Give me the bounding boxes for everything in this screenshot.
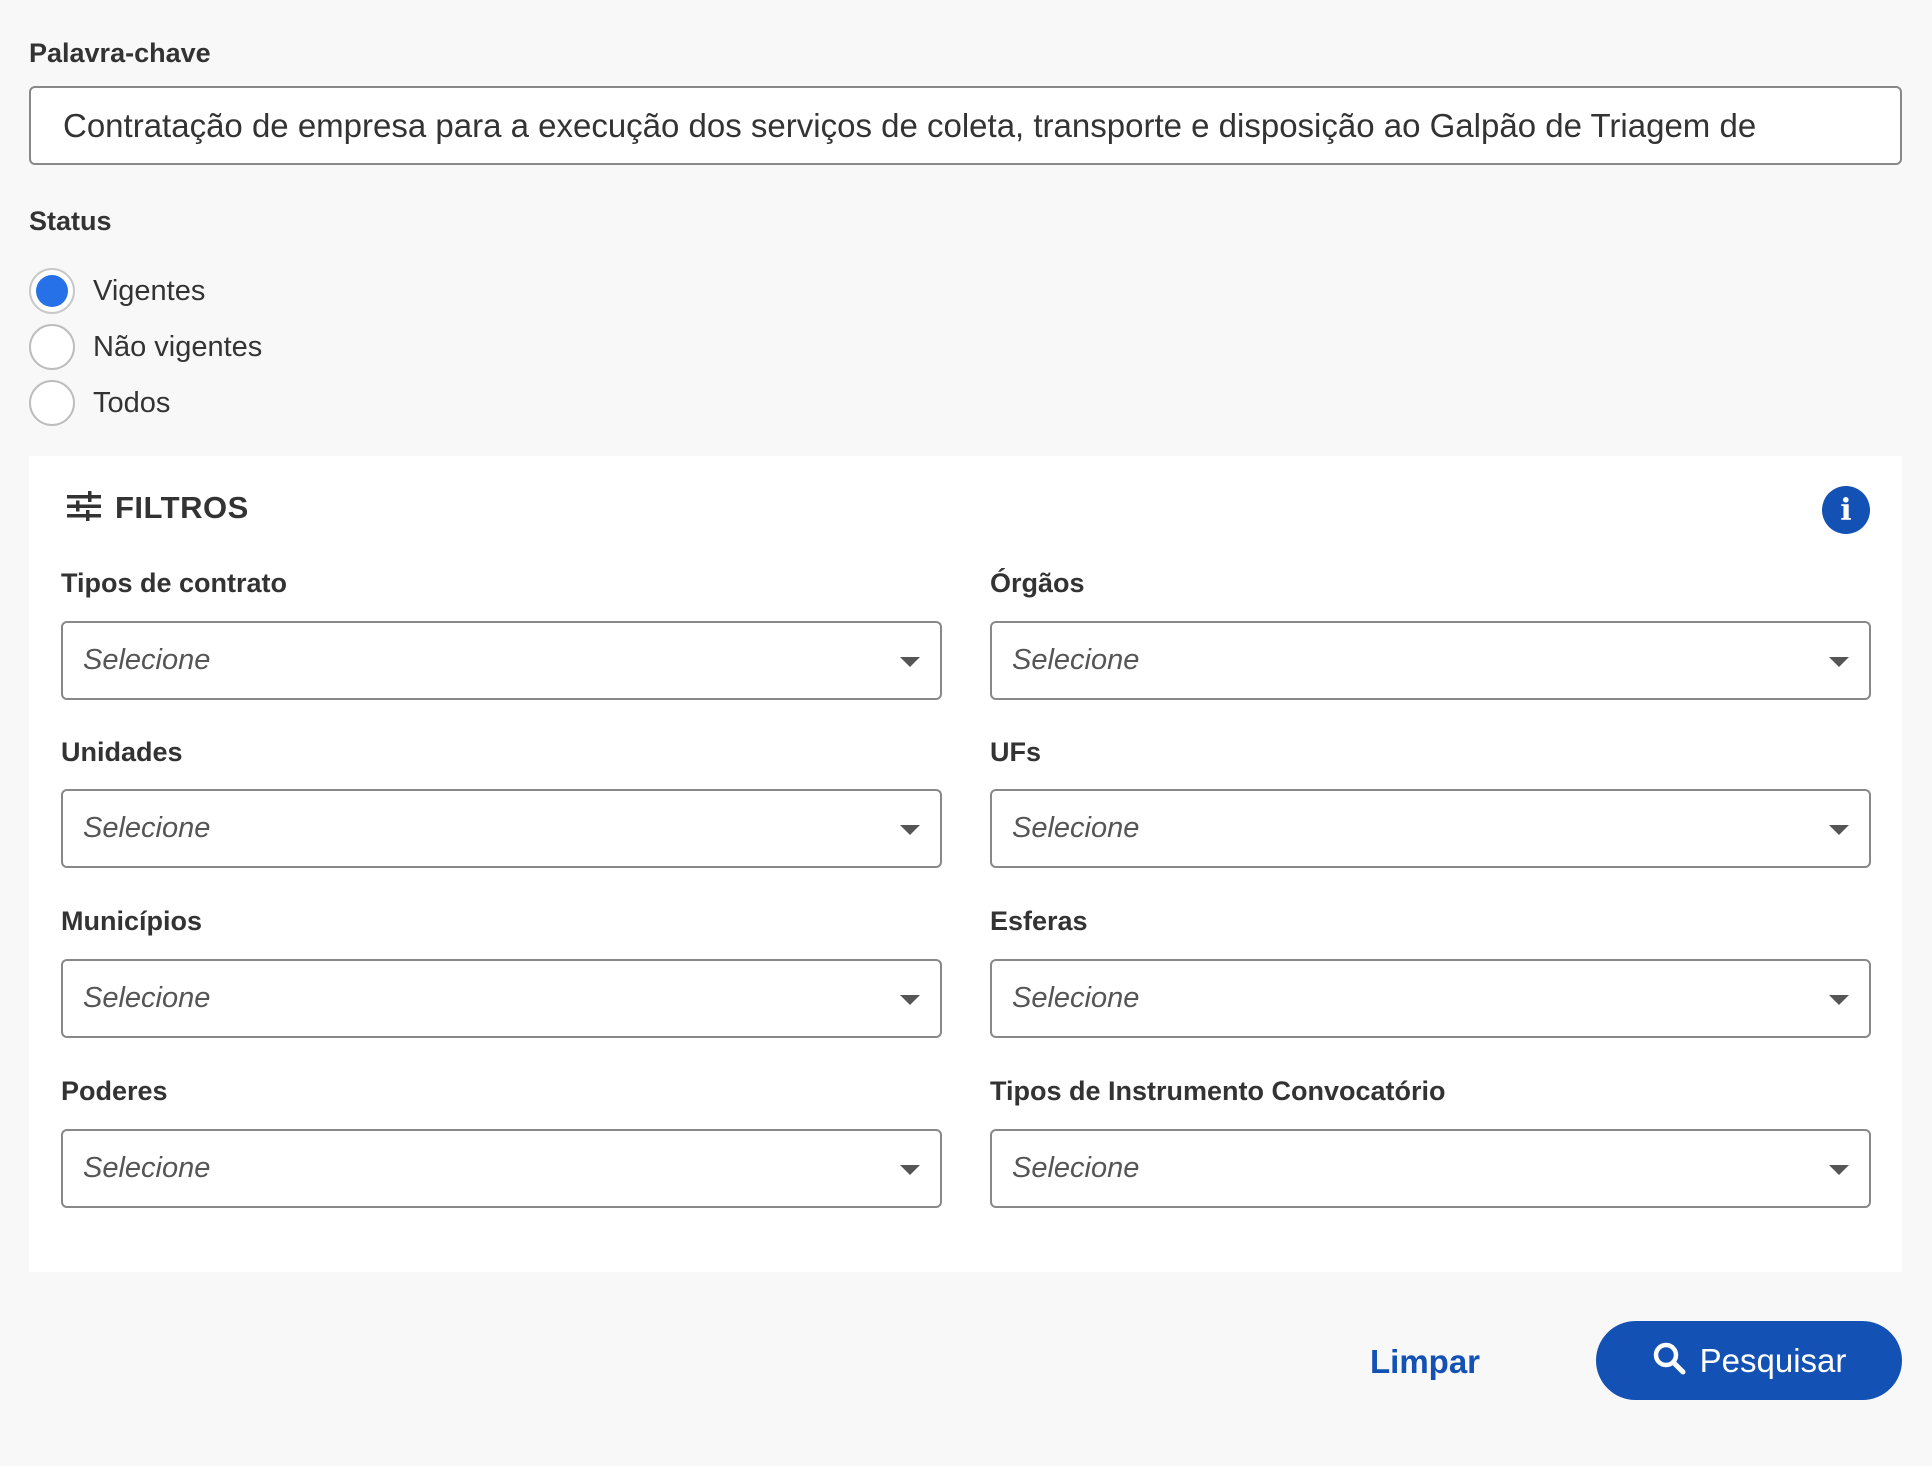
select-placeholder: Selecione: [1012, 644, 1140, 676]
radio-dot: [36, 275, 68, 307]
radio-label: Não vigentes: [93, 330, 263, 363]
radio-label: Vigentes: [93, 274, 206, 307]
radio-unchecked-icon[interactable]: [29, 380, 75, 426]
filters-title: FILTROS: [115, 490, 249, 525]
filter-label-esferas: Esferas: [990, 906, 1088, 936]
filter-label-ufs: UFs: [990, 737, 1042, 767]
select-municipios[interactable]: Selecione: [61, 959, 942, 1038]
info-icon[interactable]: i: [1822, 486, 1870, 534]
sliders-icon: [67, 490, 101, 526]
select-placeholder: Selecione: [83, 982, 211, 1014]
status-radio-group: Vigentes Não vigentes Todos: [29, 263, 262, 431]
keyword-label: Palavra-chave: [29, 38, 211, 68]
select-placeholder: Selecione: [1012, 812, 1140, 844]
chevron-down-icon: [900, 995, 920, 1005]
select-placeholder: Selecione: [83, 1152, 211, 1184]
chevron-down-icon: [900, 825, 920, 835]
filter-label-tipos-contrato: Tipos de contrato: [61, 568, 288, 598]
chevron-down-icon: [1829, 995, 1849, 1005]
filter-label-orgaos: Órgãos: [990, 568, 1085, 598]
select-orgaos[interactable]: Selecione: [990, 621, 1871, 700]
select-unidades[interactable]: Selecione: [61, 789, 942, 868]
status-radio-todos[interactable]: Todos: [29, 375, 262, 431]
select-ufs[interactable]: Selecione: [990, 789, 1871, 868]
search-form: Palavra-chave Contratação de empresa par…: [0, 0, 1932, 1466]
radio-label: Todos: [93, 386, 171, 419]
search-label: Pesquisar: [1699, 1341, 1847, 1379]
status-radio-nao-vigentes[interactable]: Não vigentes: [29, 319, 262, 375]
search-icon: [1652, 1341, 1686, 1380]
filter-label-tipos-instrumento: Tipos de Instrumento Convocatório: [990, 1076, 1446, 1106]
status-label: Status: [29, 206, 112, 236]
select-tipos-contrato[interactable]: Selecione: [61, 621, 942, 700]
chevron-down-icon: [1829, 657, 1849, 667]
select-placeholder: Selecione: [1012, 982, 1140, 1014]
filter-label-unidades: Unidades: [61, 737, 183, 767]
select-placeholder: Selecione: [1012, 1152, 1140, 1184]
chevron-down-icon: [900, 657, 920, 667]
filters-panel: FILTROS i Tipos de contrato Selecione Ór…: [29, 456, 1902, 1272]
select-poderes[interactable]: Selecione: [61, 1129, 942, 1208]
keyword-input[interactable]: Contratação de empresa para a execução d…: [29, 86, 1902, 165]
select-tipos-instrumento[interactable]: Selecione: [990, 1129, 1871, 1208]
select-esferas[interactable]: Selecione: [990, 959, 1871, 1038]
chevron-down-icon: [1829, 825, 1849, 835]
filter-label-poderes: Poderes: [61, 1076, 168, 1106]
filter-label-municipios: Municípios: [61, 906, 202, 936]
radio-checked-icon[interactable]: [29, 268, 75, 314]
chevron-down-icon: [1829, 1165, 1849, 1175]
select-placeholder: Selecione: [83, 812, 211, 844]
select-placeholder: Selecione: [83, 644, 211, 676]
search-button[interactable]: Pesquisar: [1596, 1321, 1902, 1400]
chevron-down-icon: [900, 1165, 920, 1175]
status-radio-vigentes[interactable]: Vigentes: [29, 263, 262, 319]
filters-header: FILTROS: [67, 490, 249, 526]
clear-button[interactable]: Limpar: [1370, 1340, 1480, 1384]
radio-unchecked-icon[interactable]: [29, 324, 75, 370]
